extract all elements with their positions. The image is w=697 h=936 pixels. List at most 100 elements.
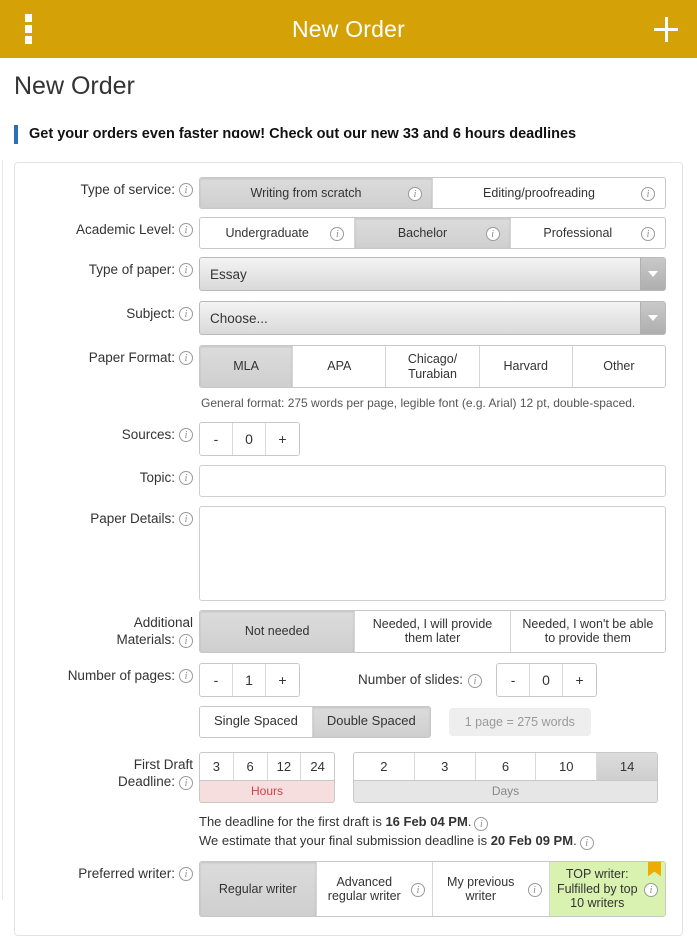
deadline-hours-12[interactable]: 12 bbox=[268, 753, 302, 780]
option-mla[interactable]: MLA bbox=[200, 346, 293, 387]
info-icon[interactable]: i bbox=[644, 883, 658, 897]
deadline-days-14[interactable]: 14 bbox=[597, 753, 657, 780]
label-text: Number of pages: bbox=[68, 668, 175, 685]
option-single-spaced[interactable]: Single Spaced bbox=[200, 707, 313, 737]
plus-icon[interactable] bbox=[635, 0, 697, 58]
row-type-of-paper: Type of paper: i Essay bbox=[15, 257, 666, 291]
info-icon[interactable]: i bbox=[411, 883, 425, 897]
info-icon[interactable]: i bbox=[179, 307, 193, 321]
deadline-hours-24[interactable]: 24 bbox=[301, 753, 334, 780]
row-pages-slides: Number of pages: i - 1 + Number of slide… bbox=[15, 663, 666, 738]
chevron-down-icon[interactable] bbox=[640, 302, 665, 334]
paper-details-textarea[interactable] bbox=[199, 506, 666, 601]
label-additional-materials: Additional Materials: i bbox=[15, 610, 199, 649]
option-provide-later[interactable]: Needed, I will provide them later bbox=[355, 611, 510, 652]
option-bachelor[interactable]: Bachelor i bbox=[355, 218, 510, 248]
option-professional[interactable]: Professional i bbox=[511, 218, 665, 248]
note-suffix: . bbox=[468, 814, 472, 829]
sources-value[interactable]: 0 bbox=[233, 423, 266, 455]
type-of-paper-select[interactable]: Essay bbox=[199, 257, 666, 291]
option-double-spaced[interactable]: Double Spaced bbox=[313, 707, 430, 737]
deadline-hours-6[interactable]: 6 bbox=[234, 753, 268, 780]
option-editing-proofreading[interactable]: Editing/proofreading i bbox=[433, 178, 665, 208]
deadline-days-3[interactable]: 3 bbox=[415, 753, 476, 780]
info-icon[interactable]: i bbox=[580, 836, 594, 850]
deadline-days-10[interactable]: 10 bbox=[536, 753, 597, 780]
info-icon[interactable]: i bbox=[179, 223, 193, 237]
deadline-hours-cells: 3 6 12 24 bbox=[199, 752, 335, 781]
subject-select[interactable]: Choose... bbox=[199, 301, 666, 335]
label-topic: Topic: i bbox=[15, 465, 199, 487]
option-harvard[interactable]: Harvard bbox=[480, 346, 573, 387]
info-icon[interactable]: i bbox=[528, 883, 542, 897]
option-writing-from-scratch[interactable]: Writing from scratch i bbox=[200, 178, 433, 208]
overflow-menu-icon[interactable] bbox=[0, 0, 56, 58]
info-icon[interactable]: i bbox=[179, 263, 193, 277]
option-other[interactable]: Other bbox=[573, 346, 665, 387]
option-undergraduate[interactable]: Undergraduate i bbox=[200, 218, 355, 248]
info-icon[interactable]: i bbox=[179, 634, 193, 648]
app-bar-title: New Order bbox=[0, 16, 697, 43]
slides-increment-button[interactable]: + bbox=[563, 664, 596, 696]
new-order-form-card: Type of service: i Writing from scratch … bbox=[14, 162, 683, 936]
row-first-draft-deadline: First Draft Deadline: i 3 6 12 24 Hours bbox=[15, 752, 666, 851]
option-my-previous-writer[interactable]: My previous writer i bbox=[433, 862, 550, 915]
slides-value[interactable]: 0 bbox=[530, 664, 563, 696]
deadline-days-group: 2 3 6 10 14 Days bbox=[353, 752, 658, 803]
option-regular-writer[interactable]: Regular writer bbox=[200, 862, 317, 915]
info-icon[interactable]: i bbox=[179, 669, 193, 683]
info-icon[interactable]: i bbox=[474, 817, 488, 831]
info-icon[interactable]: i bbox=[179, 183, 193, 197]
label-text-line2: Deadline: bbox=[118, 774, 175, 791]
pages-stepper: - 1 + bbox=[199, 663, 300, 697]
option-label: Needed, I will provide them later bbox=[373, 617, 493, 646]
spacing-segmented: Single Spaced Double Spaced bbox=[199, 706, 431, 738]
deadline-hours-3[interactable]: 3 bbox=[200, 753, 234, 780]
info-icon[interactable]: i bbox=[179, 512, 193, 526]
chevron-down-icon[interactable] bbox=[640, 258, 665, 290]
info-icon[interactable]: i bbox=[179, 867, 193, 881]
deadline-days-2[interactable]: 2 bbox=[354, 753, 415, 780]
label-paper-format: Paper Format: i bbox=[15, 345, 199, 367]
info-icon[interactable]: i bbox=[641, 187, 655, 201]
additional-materials-segmented: Not needed Needed, I will provide them l… bbox=[199, 610, 666, 653]
selected-value: Essay bbox=[210, 267, 247, 282]
option-apa[interactable]: APA bbox=[293, 346, 386, 387]
info-icon[interactable]: i bbox=[641, 227, 655, 241]
label-preferred-writer: Preferred writer: i bbox=[15, 861, 199, 883]
option-advanced-regular-writer[interactable]: Advanced regular writer i bbox=[317, 862, 434, 915]
label-number-of-pages: Number of pages: i bbox=[15, 663, 199, 685]
sources-decrement-button[interactable]: - bbox=[200, 423, 233, 455]
deadline-days-cells: 2 3 6 10 14 bbox=[353, 752, 658, 781]
paper-format-segmented: MLA APA Chicago/ Turabian Harvard Other bbox=[199, 345, 666, 388]
option-label: Chicago/ Turabian bbox=[408, 352, 457, 381]
row-preferred-writer: Preferred writer: i Regular writer Advan… bbox=[15, 861, 666, 916]
option-label: Needed, I won't be able to provide them bbox=[522, 617, 653, 646]
sources-increment-button[interactable]: + bbox=[266, 423, 299, 455]
info-icon[interactable]: i bbox=[468, 674, 482, 688]
label-text: Preferred writer: bbox=[78, 866, 175, 883]
option-top-writer[interactable]: TOP writer: Fulfilled by top 10 writers … bbox=[550, 862, 666, 915]
info-icon[interactable]: i bbox=[179, 351, 193, 365]
pages-value[interactable]: 1 bbox=[233, 664, 266, 696]
info-icon[interactable]: i bbox=[486, 227, 500, 241]
info-icon[interactable]: i bbox=[408, 187, 422, 201]
row-paper-format: Paper Format: i MLA APA Chicago/ Turabia… bbox=[15, 345, 666, 412]
topic-input[interactable] bbox=[199, 465, 666, 497]
info-icon[interactable]: i bbox=[330, 227, 344, 241]
label-text-line1: First Draft bbox=[134, 757, 193, 774]
option-cannot-provide[interactable]: Needed, I won't be able to provide them bbox=[511, 611, 665, 652]
label-number-of-slides: Number of slides: i bbox=[358, 672, 482, 687]
label-type-of-service: Type of service: i bbox=[15, 177, 199, 199]
slides-decrement-button[interactable]: - bbox=[497, 664, 530, 696]
row-type-of-service: Type of service: i Writing from scratch … bbox=[15, 177, 666, 209]
pages-increment-button[interactable]: + bbox=[266, 664, 299, 696]
option-chicago-turabian[interactable]: Chicago/ Turabian bbox=[386, 346, 479, 387]
info-icon[interactable]: i bbox=[179, 428, 193, 442]
info-icon[interactable]: i bbox=[179, 471, 193, 485]
info-icon[interactable]: i bbox=[179, 776, 193, 790]
option-not-needed[interactable]: Not needed bbox=[200, 611, 355, 652]
option-label: Single Spaced bbox=[214, 714, 298, 729]
pages-decrement-button[interactable]: - bbox=[200, 664, 233, 696]
deadline-days-6[interactable]: 6 bbox=[476, 753, 537, 780]
